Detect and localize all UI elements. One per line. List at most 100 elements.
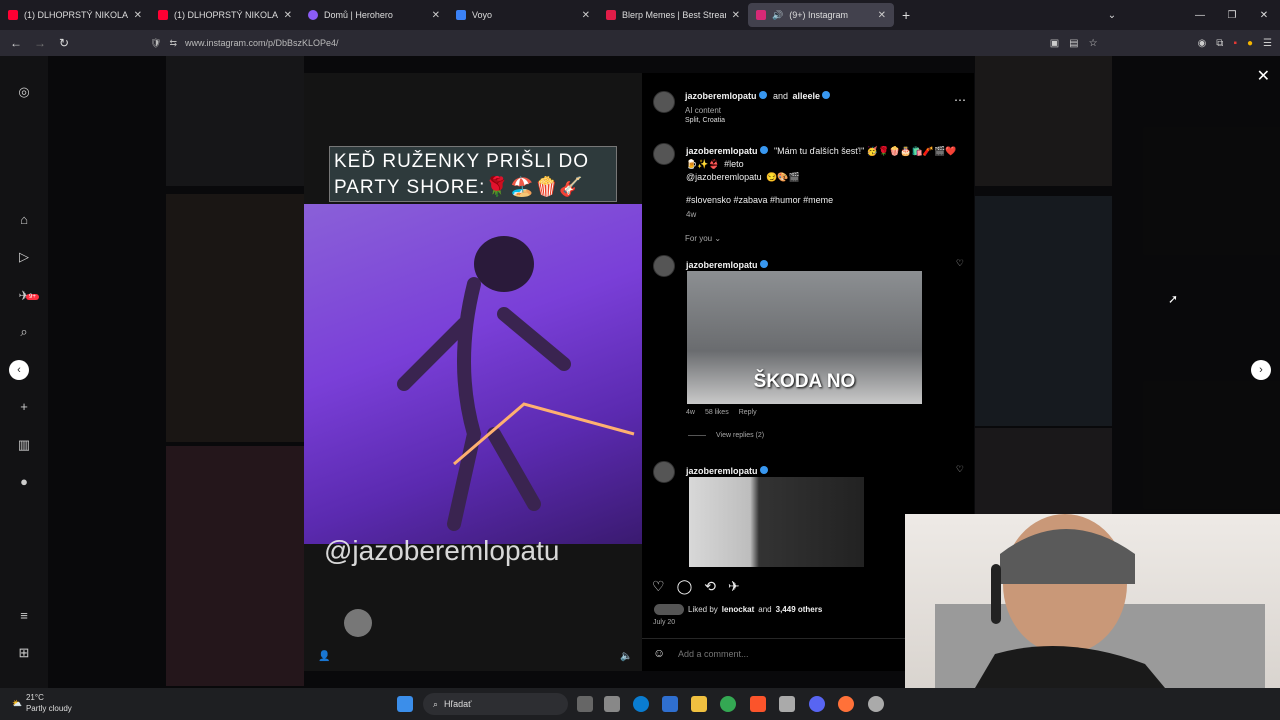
post-location[interactable]: Split, Croatia — [685, 117, 925, 124]
close-tab-icon[interactable]: ✕ — [134, 10, 142, 21]
ai-content-label[interactable]: AI content — [685, 106, 925, 115]
comment-like-heart-icon[interactable]: ♡ — [956, 464, 964, 475]
tab-list-chevron-icon[interactable]: ⌄ — [1096, 10, 1128, 21]
herohero-icon — [308, 10, 318, 20]
search-icon[interactable]: ⌕ — [16, 324, 32, 340]
view-replies-button[interactable]: View replies (2) — [688, 432, 764, 439]
discord-icon[interactable] — [809, 696, 825, 712]
dashboard-icon[interactable]: ▥ — [16, 437, 32, 453]
browser-tab[interactable]: (1) DLHOPRSTÝ NIKOLAS Z ✕ — [150, 0, 300, 30]
close-tab-icon[interactable]: ✕ — [582, 10, 590, 21]
forward-arrow-icon[interactable]: → — [28, 36, 52, 50]
close-tab-icon[interactable]: ✕ — [732, 10, 740, 21]
mention-link[interactable]: @jazoberemlopatu — [686, 172, 762, 182]
reload-icon[interactable]: ↻ — [52, 36, 76, 50]
picture-in-picture-icon[interactable]: ▣ — [1050, 38, 1059, 49]
previous-post-button[interactable]: ‹ — [9, 360, 29, 380]
app-icon[interactable] — [662, 696, 678, 712]
apps-icon[interactable]: ⊞ — [16, 645, 32, 661]
comment-gif-image[interactable]: ŠKODA NO — [687, 271, 922, 404]
speaker-icon[interactable]: 🔊 — [772, 10, 783, 21]
account-icon[interactable]: ◉ — [1198, 38, 1207, 49]
settings-icon[interactable] — [779, 696, 795, 712]
comment-avatar[interactable] — [653, 255, 675, 277]
edge-icon[interactable] — [633, 696, 649, 712]
extension-colorful-icon[interactable]: ● — [1247, 38, 1253, 49]
comment-likes-count[interactable]: 58 likes — [705, 409, 729, 416]
repost-icon[interactable]: ⟲ — [704, 578, 716, 595]
close-tab-icon[interactable]: ✕ — [878, 10, 886, 21]
browser-tab[interactable]: Voyo ✕ — [448, 0, 598, 30]
comment-bubble-icon[interactable]: ◯ — [677, 578, 693, 595]
close-tab-icon[interactable]: ✕ — [432, 10, 440, 21]
browser-tab[interactable]: Blerp Memes | Best Streamer Sou ✕ — [598, 0, 748, 30]
more-options-icon[interactable]: ⋯ — [954, 93, 966, 107]
caption-author-username[interactable]: jazoberemlopatu — [686, 146, 758, 156]
taskbar-search[interactable]: ⌕ Hľadať — [423, 693, 568, 715]
close-tab-icon[interactable]: ✕ — [284, 10, 292, 21]
minimize-button[interactable]: — — [1184, 10, 1216, 21]
liked-by-and: and — [758, 605, 772, 614]
browser-tab-active[interactable]: 🔊 (9+) Instagram ✕ — [748, 3, 894, 27]
author-username[interactable]: jazoberemlopatu — [685, 91, 757, 101]
brave-icon[interactable] — [750, 696, 766, 712]
view-replies-label: View replies (2) — [716, 432, 765, 439]
verified-icon — [759, 465, 768, 474]
collaborator-username[interactable]: alleele — [792, 91, 820, 101]
more-menu-icon[interactable]: ≡ — [16, 608, 32, 624]
windows-start-icon[interactable] — [397, 696, 413, 712]
for-you-dropdown[interactable]: For you ⌄ — [685, 234, 721, 243]
share-icon[interactable]: ✈ — [728, 578, 740, 595]
instagram-icon — [756, 10, 766, 20]
media-user-avatar[interactable] — [344, 609, 372, 637]
instagram-logo-icon[interactable]: ◎ — [16, 84, 32, 100]
comment-gif-image[interactable] — [689, 477, 864, 567]
comment-username[interactable]: jazoberemlopatu — [686, 466, 758, 476]
next-post-button[interactable]: › — [1251, 360, 1271, 380]
post-media[interactable]: KEĎ RUŽENKY PRIŠLI DO PARTY SHORE:🌹🏖️🍿🎸 … — [304, 73, 642, 671]
url-text[interactable]: www.instagram.com/p/DbBszKLOPe4/ — [185, 38, 339, 48]
create-icon[interactable]: + — [16, 399, 32, 415]
comment-username[interactable]: jazoberemlopatu — [686, 260, 758, 270]
close-window-button[interactable]: ✕ — [1248, 10, 1280, 21]
firefox-icon[interactable] — [838, 696, 854, 712]
comment-reply-button[interactable]: Reply — [739, 409, 757, 416]
home-icon[interactable]: ⌂ — [16, 212, 32, 228]
hashtags-link[interactable]: #slovensko #zabava #humor #meme — [686, 195, 833, 205]
store-icon[interactable] — [604, 696, 620, 712]
screenshot-icon[interactable]: ▤ — [1069, 38, 1078, 49]
menu-icon[interactable]: ☰ — [1263, 38, 1272, 49]
browser-tab[interactable]: Domů | Herohero ✕ — [300, 0, 448, 30]
like-heart-icon[interactable]: ♡ — [652, 578, 665, 595]
extensions-icon[interactable]: ⧉ — [1216, 38, 1223, 49]
profile-avatar-icon[interactable]: ● — [16, 474, 32, 490]
liker-avatars[interactable] — [654, 604, 684, 615]
volume-icon[interactable]: 🔈 — [620, 651, 632, 662]
address-bar[interactable]: 🛡 ⇆ www.instagram.com/p/DbBszKLOPe4/ — [150, 33, 1080, 53]
liked-by-others[interactable]: 3,449 others — [776, 605, 823, 614]
comment-avatar[interactable] — [653, 461, 675, 483]
bookmark-star-icon[interactable]: ☆ — [1089, 38, 1098, 49]
emoji-icon[interactable]: ☺ — [653, 646, 665, 660]
post-video[interactable] — [304, 204, 642, 544]
hashtag-link[interactable]: #leto — [724, 159, 744, 169]
chrome-icon[interactable] — [720, 696, 736, 712]
shield-icon[interactable]: 🛡 — [150, 38, 161, 49]
task-view-icon[interactable] — [577, 696, 593, 712]
author-avatar[interactable] — [653, 91, 675, 113]
site-permissions-icon[interactable]: ⇆ — [169, 38, 177, 49]
reels-icon[interactable]: ▷ — [16, 249, 32, 265]
close-modal-icon[interactable]: ✕ — [1257, 66, 1270, 86]
app-icon[interactable] — [868, 696, 884, 712]
tagged-user-icon[interactable]: 👤 — [318, 651, 330, 662]
weather-widget[interactable]: ⛅ 21°C Partly cloudy — [12, 692, 72, 714]
back-arrow-icon[interactable]: ← — [4, 36, 28, 50]
file-explorer-icon[interactable] — [691, 696, 707, 712]
browser-tab[interactable]: (1) DLHOPRSTÝ NIKOLAS Z PAR ✕ — [0, 0, 150, 30]
caption-author-avatar[interactable] — [653, 143, 675, 165]
new-tab-button[interactable]: + — [894, 7, 918, 23]
extension-badge-icon[interactable]: ▪ — [1233, 38, 1237, 49]
maximize-button[interactable]: ❐ — [1216, 10, 1248, 21]
comment-like-heart-icon[interactable]: ♡ — [956, 258, 964, 269]
liked-by-username[interactable]: lenockat — [722, 605, 754, 614]
